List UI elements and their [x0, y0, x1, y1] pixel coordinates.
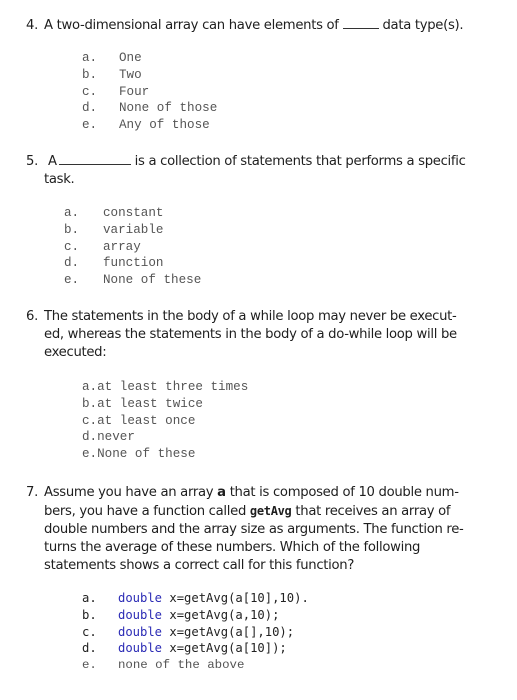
question-5: 5. A is a collection of statements that p…	[26, 152, 516, 189]
option-text: x=getAvg(a[10],10).	[162, 591, 309, 605]
option-text: x=getAvg(a[10]);	[162, 641, 287, 656]
option-text: none of the above	[118, 658, 245, 673]
option: e. Any of those	[82, 117, 217, 134]
option-text: None of these	[103, 273, 202, 288]
question-text: is a collection of statements that perfo…	[134, 154, 466, 169]
keyword: double	[118, 591, 163, 605]
options-q4: a. One b. Two c. Four d. None of those e. Any…	[82, 50, 217, 134]
option-label: e.	[64, 273, 80, 288]
option: c.at least once	[82, 413, 248, 430]
options-q5: a. constant b. variable c. array d. function…	[64, 205, 201, 289]
option-text: Four	[119, 84, 150, 99]
question-number: 4.	[26, 18, 38, 33]
option: b. variable	[64, 222, 201, 239]
option-text: Any of those	[119, 118, 210, 133]
function-name: getAvg	[249, 504, 292, 518]
option-label: a.	[64, 206, 80, 220]
option-label: a.	[82, 51, 98, 65]
option: a. One	[82, 50, 217, 67]
option: c. Four	[82, 84, 217, 101]
option-text: constant	[103, 206, 164, 220]
question-6: 6. The statements in the body of a while …	[26, 308, 516, 362]
option: d. double x=getAvg(a[10]);	[82, 640, 309, 657]
option: b. double x=getAvg(a,10);	[82, 607, 309, 624]
option-text: variable	[103, 222, 164, 237]
option: a. constant	[64, 205, 201, 222]
option-label: d.	[64, 256, 80, 271]
option-text: None of those	[119, 101, 218, 116]
answer-blank	[58, 152, 131, 165]
question-text: task.	[44, 172, 75, 187]
option: a.at least three times	[82, 379, 248, 396]
option-text: x=getAvg(a,10);	[162, 607, 280, 622]
option-text: never	[97, 430, 135, 445]
option: d. None of those	[82, 100, 217, 117]
option-text: at least three times	[97, 380, 249, 394]
option-label: c.	[64, 239, 80, 254]
question-text: executed:	[44, 345, 107, 360]
option: e. none of the above	[82, 657, 309, 674]
keyword: double	[118, 641, 163, 656]
question-text: bers, you have a function called	[44, 504, 247, 519]
option-label: b.	[82, 396, 98, 411]
question-number: 6.	[26, 309, 38, 324]
question-text: that receives an array of	[295, 504, 451, 519]
options-q6: a.at least three times b.at least twice …	[82, 379, 248, 463]
option-label: d.	[82, 430, 98, 445]
option-label: e.	[82, 658, 97, 673]
question-number: 5.	[26, 154, 38, 169]
option-text: None of these	[97, 447, 196, 462]
question-7: 7. Assume you have an array a that is com…	[26, 484, 516, 575]
option-label: b.	[82, 607, 97, 622]
question-text: Assume you have an array	[44, 485, 214, 500]
option-label: a.	[82, 591, 97, 605]
option-label: c.	[82, 413, 98, 428]
option: c. array	[64, 239, 201, 256]
option-text: x=getAvg(a[],10);	[162, 624, 295, 639]
option-label: c.	[82, 84, 98, 99]
question-text: double numbers and the array size as arg…	[44, 522, 464, 537]
question-text: data type(s).	[382, 18, 464, 33]
question-text: turns the average of these numbers. Whic…	[44, 540, 421, 555]
option-label: a.	[82, 380, 98, 394]
option-label: b.	[64, 222, 80, 237]
option: b. Two	[82, 67, 217, 84]
option: b.at least twice	[82, 396, 248, 413]
option-text: at least once	[97, 413, 196, 428]
option-label: c.	[82, 624, 97, 639]
question-text: that is composed of 10 double num-	[229, 485, 459, 500]
option-label: b.	[82, 67, 98, 82]
option-text: One	[119, 51, 142, 65]
option-text: Two	[119, 67, 142, 82]
option-label: d.	[82, 641, 97, 656]
answer-blank	[342, 16, 379, 29]
question-text: ed, whereas the statements in the body o…	[44, 327, 457, 342]
option: d. function	[64, 255, 201, 272]
question-text: A	[48, 154, 57, 169]
array-variable: a	[217, 485, 226, 500]
options-q7: a. double x=getAvg(a[10],10). b. double x=…	[82, 590, 309, 674]
question-4: 4. A two-dimensional array can have eleme…	[26, 16, 516, 35]
option-text: array	[103, 239, 141, 254]
option: d.never	[82, 429, 248, 446]
option: e.None of these	[82, 446, 248, 463]
keyword: double	[118, 624, 163, 639]
question-number: 7.	[26, 485, 38, 500]
question-text: A two-dimensional array can have element…	[44, 18, 339, 33]
question-text: statements shows a correct call for this…	[44, 558, 355, 573]
option: c. double x=getAvg(a[],10);	[82, 624, 309, 641]
option-text: function	[103, 256, 164, 271]
option-label: e.	[82, 447, 98, 462]
option-text: at least twice	[97, 396, 203, 411]
question-text: The statements in the body of a while lo…	[44, 309, 457, 324]
option: e. None of these	[64, 272, 201, 289]
option-label: e.	[82, 118, 98, 133]
option: a. double x=getAvg(a[10],10).	[82, 590, 309, 607]
option-label: d.	[82, 101, 98, 116]
keyword: double	[118, 607, 163, 622]
